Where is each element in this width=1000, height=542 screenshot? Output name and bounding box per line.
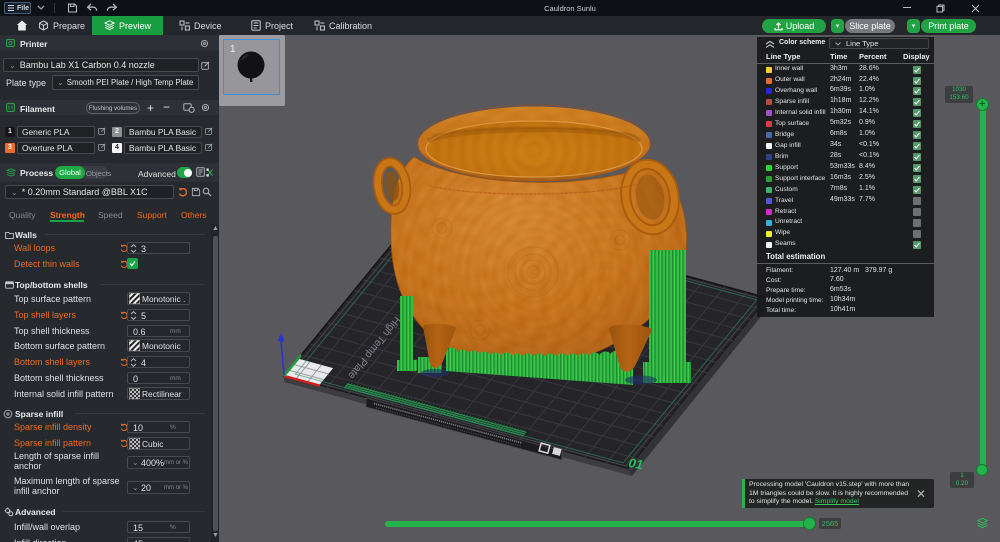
svg-text:01: 01 — [628, 455, 645, 472]
